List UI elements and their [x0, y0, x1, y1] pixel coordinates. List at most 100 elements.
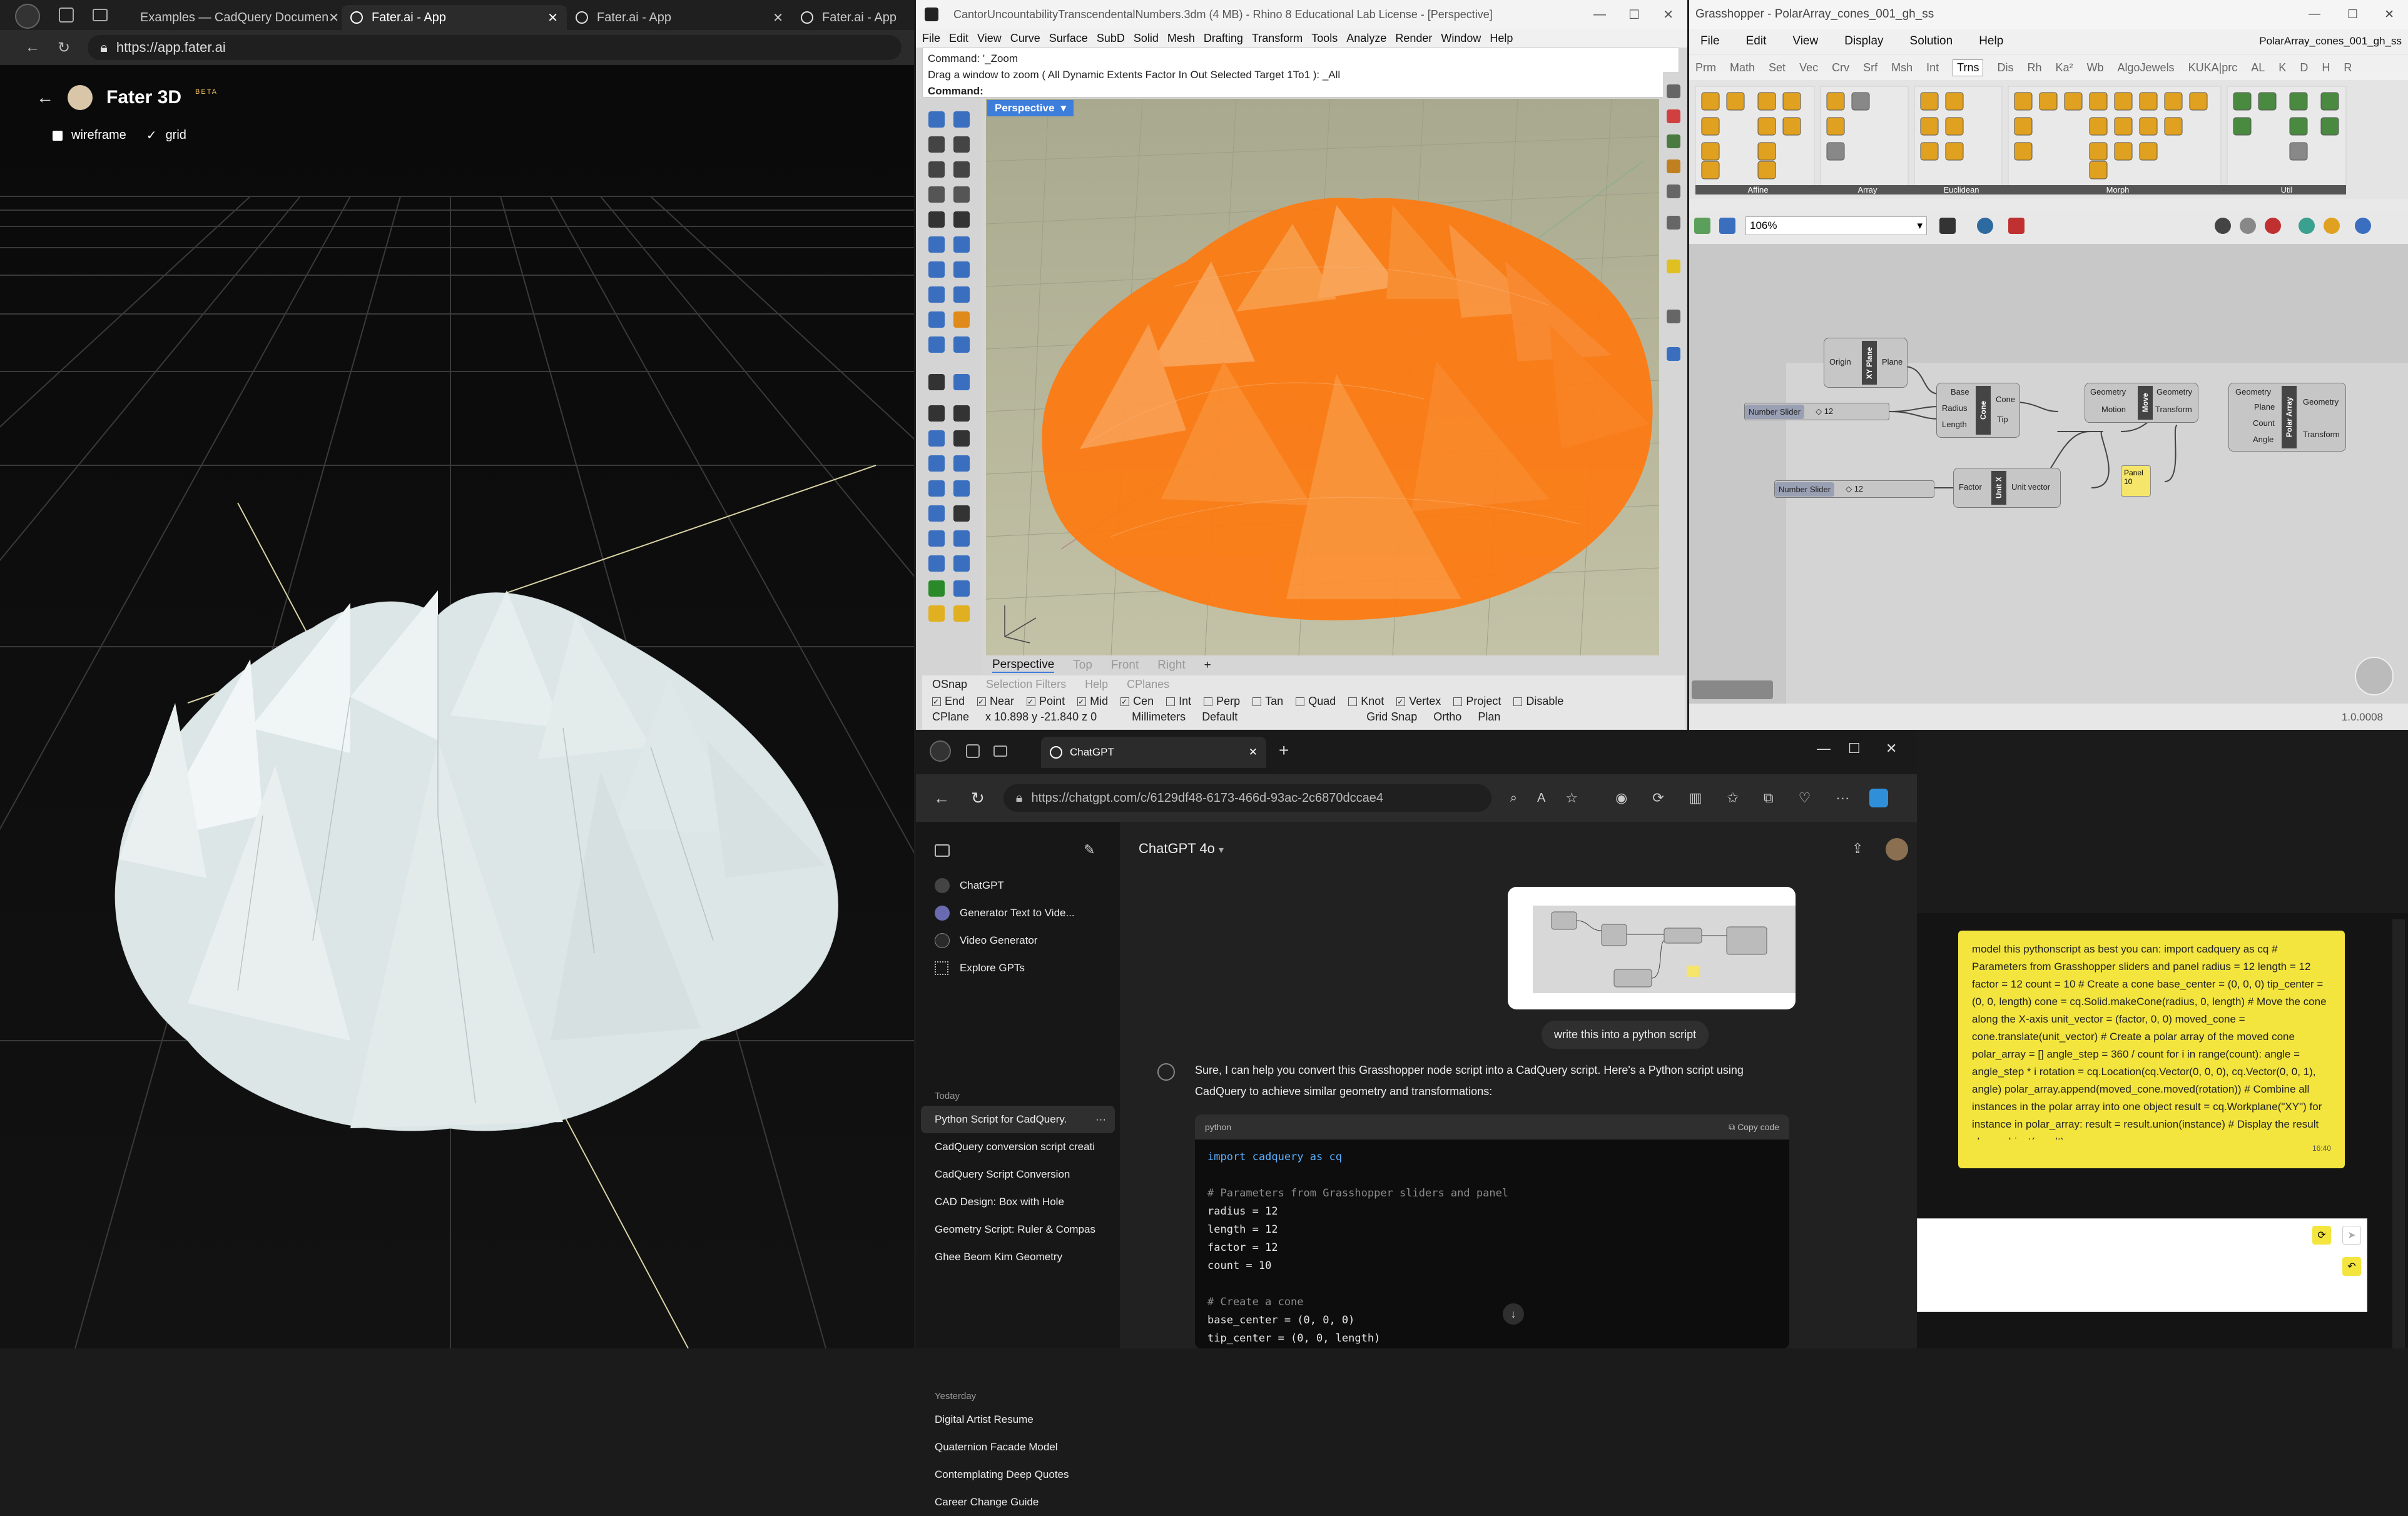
- color-sphere-icon[interactable]: [2355, 218, 2371, 234]
- menu-view[interactable]: View: [1792, 34, 1818, 48]
- gh-tab-18[interactable]: H: [2322, 61, 2330, 74]
- tab-front[interactable]: Front: [1111, 659, 1139, 672]
- tab-close-icon[interactable]: ✕: [328, 10, 339, 26]
- ribbon-component-icons[interactable]: [1689, 80, 2408, 199]
- checkbox-unchecked-icon[interactable]: [1252, 697, 1262, 706]
- chevron-down-icon[interactable]: ▾: [1917, 220, 1923, 232]
- checkbox-checked-icon[interactable]: ✓: [977, 697, 987, 706]
- close-icon[interactable]: ✕: [2384, 8, 2394, 22]
- menu-mesh[interactable]: Mesh: [1167, 32, 1195, 45]
- tab-osnap[interactable]: OSnap: [932, 678, 967, 691]
- menu-file[interactable]: File: [1700, 34, 1720, 48]
- conversation-item[interactable]: Python Script for CadQuery. ···: [921, 1106, 1115, 1133]
- wireframe-checkbox[interactable]: [53, 130, 63, 141]
- cplane-label[interactable]: CPlane: [932, 710, 969, 724]
- gh-tab-3[interactable]: Vec: [1799, 61, 1818, 74]
- menu-help[interactable]: Help: [1979, 34, 2003, 48]
- grid-snap-toggle[interactable]: Grid Snap: [1366, 710, 1417, 724]
- output-geometry[interactable]: Geometry: [2303, 397, 2339, 407]
- sidebar-item-chatgpt[interactable]: ChatGPT: [916, 872, 1120, 899]
- gh-tab-16[interactable]: K: [2278, 61, 2286, 74]
- input-angle[interactable]: Angle: [2253, 435, 2273, 444]
- share-icon[interactable]: ⇪: [1852, 841, 1863, 857]
- input-factor[interactable]: Factor: [1959, 482, 1982, 492]
- output-unit-vector[interactable]: Unit vector: [2011, 482, 2050, 492]
- copilot-icon[interactable]: [1869, 789, 1889, 807]
- tab-cplanes[interactable]: CPlanes: [1127, 678, 1169, 691]
- input-radius[interactable]: Radius: [1942, 403, 1967, 413]
- conversation-item[interactable]: CadQuery conversion script creati: [916, 1133, 1120, 1161]
- gh-canvas[interactable]: XY Plane Origin Plane Cone Base Radius L…: [1689, 244, 2408, 704]
- group-array[interactable]: Array: [1821, 185, 1914, 195]
- checkbox-unchecked-icon[interactable]: [1204, 697, 1213, 706]
- node-unit-x[interactable]: Unit X Factor Unit vector: [1953, 468, 2061, 508]
- menu-display[interactable]: Display: [1844, 34, 1883, 48]
- output-geometry[interactable]: Geometry: [2157, 387, 2192, 397]
- display-mode-icon[interactable]: [2215, 218, 2231, 234]
- tab-close-icon[interactable]: ✕: [773, 10, 783, 26]
- osnap-option-mid[interactable]: ✓ Mid: [1077, 695, 1108, 708]
- output-tip[interactable]: Tip: [1997, 415, 2008, 424]
- tab-actions-icon[interactable]: [993, 745, 1007, 757]
- input-base[interactable]: Base: [1951, 387, 1969, 397]
- sidebar-item-video-gen-text[interactable]: Generator Text to Vide...: [916, 899, 1120, 927]
- osnap-option-tan[interactable]: Tan: [1252, 695, 1283, 708]
- browser-tab-fater-3[interactable]: Fater.ai - App: [792, 5, 911, 30]
- navigation-compass[interactable]: [2355, 657, 2394, 695]
- input-geometry[interactable]: Geometry: [2235, 387, 2271, 397]
- copy-code-button[interactable]: ⧉ Copy code: [1729, 1122, 1779, 1133]
- add-view-icon[interactable]: +: [1204, 659, 1211, 672]
- checkbox-unchecked-icon[interactable]: [1453, 697, 1463, 706]
- open-file-icon[interactable]: [1694, 218, 1710, 234]
- gh-tab-10[interactable]: Rh: [2027, 61, 2041, 74]
- conversation-item[interactable]: Digital Artist Resume: [916, 1406, 1120, 1433]
- tool-icons-grid[interactable]: [916, 99, 982, 680]
- sketch-icon[interactable]: [1939, 218, 1956, 234]
- favorite-star-icon[interactable]: ☆: [1565, 790, 1578, 806]
- more-icon[interactable]: ···: [1836, 790, 1849, 806]
- output-plane[interactable]: Plane: [1882, 357, 1903, 366]
- tab-right[interactable]: Right: [1157, 659, 1185, 672]
- save-file-icon[interactable]: [1719, 218, 1735, 234]
- zoom-select[interactable]: 106% ▾: [1745, 216, 1927, 235]
- tab-perspective[interactable]: Perspective: [992, 658, 1055, 673]
- menu-edit[interactable]: Edit: [949, 32, 968, 45]
- reload-icon[interactable]: ↻: [58, 39, 70, 57]
- input-length[interactable]: Length: [1942, 420, 1967, 429]
- close-icon[interactable]: ✕: [1886, 740, 1897, 757]
- gh-tab-2[interactable]: Set: [1769, 61, 1786, 74]
- menu-surface[interactable]: Surface: [1049, 32, 1088, 45]
- menu-solid[interactable]: Solid: [1134, 32, 1159, 45]
- gh-tab-9[interactable]: Dis: [1997, 61, 2013, 74]
- osnap-option-project[interactable]: Project: [1453, 695, 1501, 708]
- command-prompt[interactable]: Command:: [928, 83, 1674, 99]
- menu-help[interactable]: Help: [1490, 32, 1513, 45]
- undo-icon[interactable]: ↶: [2342, 1257, 2361, 1276]
- checkbox-checked-icon[interactable]: ✓: [1396, 697, 1406, 706]
- maximize-icon[interactable]: ☐: [2347, 8, 2358, 22]
- split-screen-icon[interactable]: ▥: [1689, 790, 1702, 806]
- checkbox-checked-icon[interactable]: ✓: [932, 697, 941, 706]
- tab-help[interactable]: Help: [1085, 678, 1108, 691]
- fater-viewport[interactable]: ← Fater 3D BETA wireframe ✓ grid: [0, 65, 914, 1348]
- group-util[interactable]: Util: [2227, 185, 2346, 195]
- zoom-icon[interactable]: ⌕: [1510, 791, 1517, 806]
- tab-close-icon[interactable]: ✕: [547, 10, 558, 26]
- osnap-option-end[interactable]: ✓ End: [932, 695, 965, 708]
- preview-eye-icon[interactable]: [1977, 218, 1993, 234]
- workspaces-icon[interactable]: [966, 744, 980, 758]
- group-affine[interactable]: Affine: [1695, 185, 1821, 195]
- node-cone[interactable]: Cone Base Radius Length Cone Tip: [1936, 383, 2020, 438]
- browser-profile-icon[interactable]: [15, 4, 40, 29]
- output-cone[interactable]: Cone: [1996, 395, 2015, 404]
- conversation-item[interactable]: Quaternion Facade Model: [916, 1433, 1120, 1461]
- browser-profile-icon[interactable]: [930, 740, 951, 762]
- gh-tab-13[interactable]: AlgoJewels: [2118, 61, 2175, 74]
- close-icon[interactable]: ✕: [1663, 7, 1674, 23]
- minimize-icon[interactable]: —: [1817, 740, 1831, 757]
- model-selector[interactable]: ChatGPT 4o ▾: [1139, 841, 1224, 857]
- gh-tab-8[interactable]: Trns: [1953, 59, 1984, 76]
- input-motion[interactable]: Motion: [2101, 405, 2126, 414]
- new-chat-icon[interactable]: ✎: [1084, 842, 1095, 858]
- input-geometry[interactable]: Geometry: [2090, 387, 2126, 397]
